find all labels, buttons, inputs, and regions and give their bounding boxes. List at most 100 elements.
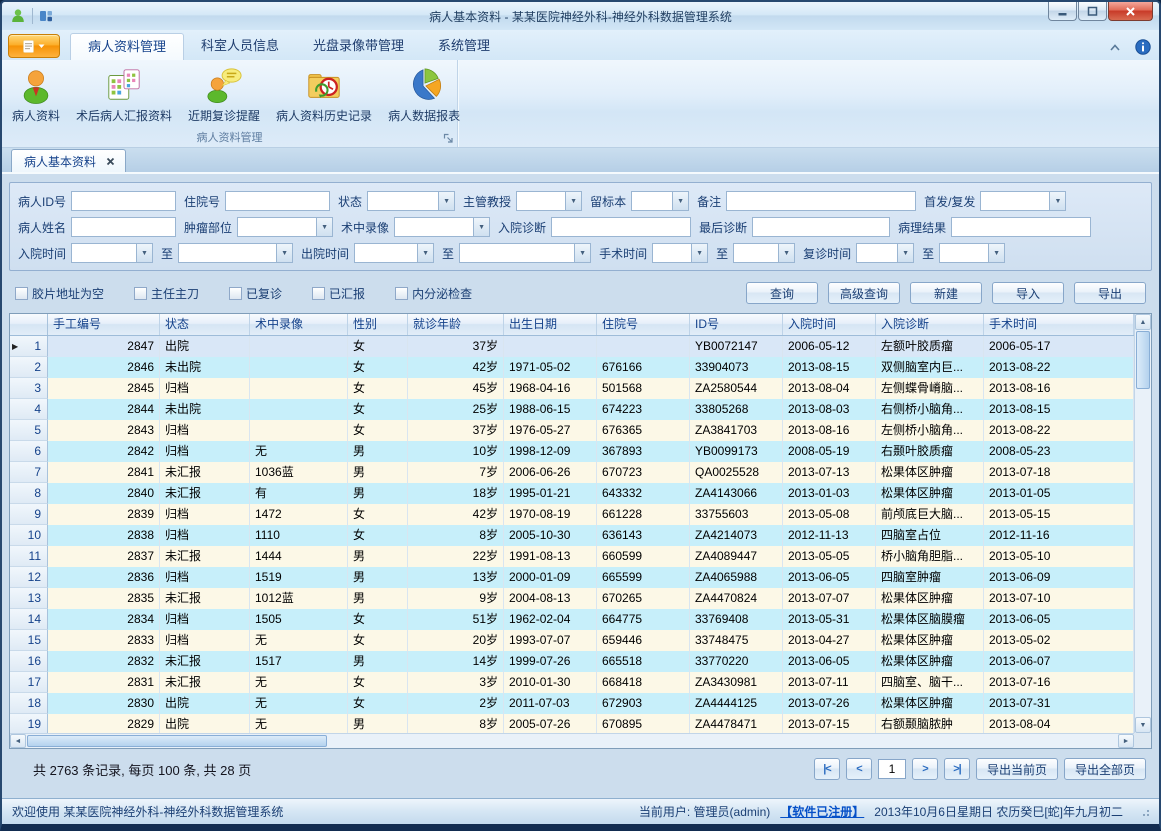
row-header[interactable]: 16 (10, 651, 48, 672)
scroll-down-icon[interactable]: ▼ (1135, 717, 1151, 733)
filter-surgery_from-select[interactable]: ▼ (652, 243, 708, 263)
table-row[interactable]: 82840未汇报有男18岁1995-01-21643332ZA414306620… (10, 483, 1134, 504)
scroll-left-icon[interactable]: ◄ (10, 734, 26, 748)
row-header[interactable]: 4 (10, 399, 48, 420)
table-row[interactable]: ▶12847出院女37岁YB00721472006-05-12左额叶胶质瘤200… (10, 336, 1134, 357)
row-header[interactable]: 2 (10, 357, 48, 378)
next-page-button[interactable]: > (912, 758, 938, 780)
horizontal-scroll-track[interactable] (328, 734, 1118, 748)
table-row[interactable]: 182830出院无女2岁2011-07-03672903ZA4444125201… (10, 693, 1134, 714)
row-header[interactable]: ▶1 (10, 336, 48, 357)
dropdown-arrow-icon[interactable]: ▼ (672, 192, 688, 210)
table-row[interactable]: 102838归档1110女8岁2005-10-30636143ZA4214073… (10, 525, 1134, 546)
column-header-admit_diagnosis[interactable]: 入院诊断 (876, 314, 984, 335)
action-button[interactable]: 查询 (746, 282, 818, 304)
dialog-launcher-icon[interactable] (442, 132, 454, 144)
column-header-age[interactable]: 就诊年龄 (408, 314, 504, 335)
scroll-right-icon[interactable]: ► (1118, 734, 1134, 748)
table-row[interactable]: 112837未汇报1444男22岁1991-08-13660599ZA40894… (10, 546, 1134, 567)
table-row[interactable]: 132835未汇报1012蓝男9岁2004-08-13670265ZA44708… (10, 588, 1134, 609)
checkbox-icon[interactable] (15, 287, 28, 300)
row-header[interactable]: 6 (10, 441, 48, 462)
filter-admit_to-select[interactable]: ▼ (178, 243, 293, 263)
row-header[interactable]: 8 (10, 483, 48, 504)
dropdown-arrow-icon[interactable]: ▼ (897, 244, 913, 262)
dropdown-arrow-icon[interactable]: ▼ (565, 192, 581, 210)
horizontal-scrollbar[interactable]: ◄ ► (10, 733, 1134, 748)
first-page-button[interactable]: |< (814, 758, 840, 780)
dropdown-arrow-icon[interactable]: ▼ (691, 244, 707, 262)
filter-specimen-select[interactable]: ▼ (631, 191, 689, 211)
filter-discharge_from-select[interactable]: ▼ (354, 243, 434, 263)
table-row[interactable]: 92839归档1472女42岁1970-08-19661228337556032… (10, 504, 1134, 525)
row-header[interactable]: 13 (10, 588, 48, 609)
maximize-button[interactable] (1078, 2, 1107, 21)
resize-grip[interactable] (1141, 808, 1149, 816)
row-header[interactable]: 11 (10, 546, 48, 567)
filter-surgery_to-select[interactable]: ▼ (733, 243, 795, 263)
dropdown-arrow-icon[interactable]: ▼ (417, 244, 433, 262)
table-row[interactable]: 192829出院无男8岁2005-07-26670895ZA4478471201… (10, 714, 1134, 733)
filter-checkbox[interactable]: 内分泌检查 (395, 285, 472, 302)
column-header-id_no[interactable]: ID号 (690, 314, 783, 335)
table-row[interactable]: 162832未汇报1517男14岁1999-07-266655183377022… (10, 651, 1134, 672)
document-tab-active[interactable]: 病人基本资料 (11, 149, 126, 172)
collapse-ribbon-icon[interactable] (1109, 43, 1121, 52)
checkbox-icon[interactable] (312, 287, 325, 300)
ribbon-tab[interactable]: 光盘录像带管理 (296, 33, 421, 60)
row-header[interactable]: 14 (10, 609, 48, 630)
column-header-admission_no[interactable]: 住院号 (597, 314, 690, 335)
filter-discharge_to-select[interactable]: ▼ (459, 243, 591, 263)
table-row[interactable]: 172831未汇报无女3岁2010-01-30668418ZA343098120… (10, 672, 1134, 693)
filter-revisit_from-select[interactable]: ▼ (856, 243, 914, 263)
column-header-manual_no[interactable]: 手工编号 (48, 314, 160, 335)
filter-tumor_site-select[interactable]: ▼ (237, 217, 333, 237)
table-row[interactable]: 152833归档无女20岁1993-07-0765944633748475201… (10, 630, 1134, 651)
filter-final_diagnosis-input[interactable] (752, 217, 890, 237)
checkbox-icon[interactable] (229, 287, 242, 300)
dropdown-arrow-icon[interactable]: ▼ (988, 244, 1004, 262)
filter-status-select[interactable]: ▼ (367, 191, 455, 211)
filter-remark-input[interactable] (726, 191, 916, 211)
close-button[interactable] (1108, 2, 1153, 21)
filter-checkbox[interactable]: 已汇报 (312, 285, 365, 302)
column-header-video[interactable]: 术中录像 (250, 314, 348, 335)
action-button[interactable]: 新建 (910, 282, 982, 304)
quick-access-layout-icon[interactable] (39, 9, 53, 23)
title-bar[interactable]: 病人基本资料 - 某某医院神经外科-神经外科数据管理系统 (2, 2, 1159, 30)
vertical-scroll-track[interactable] (1135, 390, 1151, 717)
vertical-scroll-thumb[interactable] (1136, 331, 1150, 389)
application-menu-button[interactable] (8, 34, 60, 58)
table-row[interactable]: 22846未出院女42岁1971-05-02676166339040732013… (10, 357, 1134, 378)
row-header[interactable]: 3 (10, 378, 48, 399)
filter-patient_name-input[interactable] (71, 217, 176, 237)
dropdown-arrow-icon[interactable]: ▼ (1049, 192, 1065, 210)
filter-first_recur-select[interactable]: ▼ (980, 191, 1066, 211)
filter-admit_from-select[interactable]: ▼ (71, 243, 153, 263)
ribbon-button-data-report[interactable]: 病人数据报表 (380, 62, 468, 126)
help-info-icon[interactable] (1135, 39, 1151, 55)
vertical-scrollbar[interactable]: ▲ ▼ (1134, 314, 1151, 733)
filter-checkbox[interactable]: 胶片地址为空 (15, 285, 104, 302)
filter-professor-select[interactable]: ▼ (516, 191, 582, 211)
row-header[interactable]: 17 (10, 672, 48, 693)
ribbon-button-history-record[interactable]: 病人资料历史记录 (268, 62, 380, 126)
row-header[interactable]: 9 (10, 504, 48, 525)
last-page-button[interactable]: >| (944, 758, 970, 780)
page-number-input[interactable] (878, 759, 906, 779)
table-row[interactable]: 42844未出院女25岁1988-06-15674223338052682013… (10, 399, 1134, 420)
table-row[interactable]: 122836归档1519男13岁2000-01-09665599ZA406598… (10, 567, 1134, 588)
ribbon-tab[interactable]: 系统管理 (421, 33, 507, 60)
table-row[interactable]: 32845归档女45岁1968-04-16501568ZA25805442013… (10, 378, 1134, 399)
filter-pathology_result-input[interactable] (951, 217, 1091, 237)
checkbox-icon[interactable] (395, 287, 408, 300)
filter-admission_no-input[interactable] (225, 191, 330, 211)
dropdown-arrow-icon[interactable]: ▼ (316, 218, 332, 236)
action-button[interactable]: 高级查询 (828, 282, 900, 304)
table-row[interactable]: 62842归档无男10岁1998-12-09367893YB0099173200… (10, 441, 1134, 462)
row-header[interactable]: 18 (10, 693, 48, 714)
minimize-button[interactable] (1048, 2, 1077, 21)
checkbox-icon[interactable] (134, 287, 147, 300)
column-header-admit_date[interactable]: 入院时间 (783, 314, 876, 335)
tab-close-icon[interactable] (106, 157, 115, 166)
